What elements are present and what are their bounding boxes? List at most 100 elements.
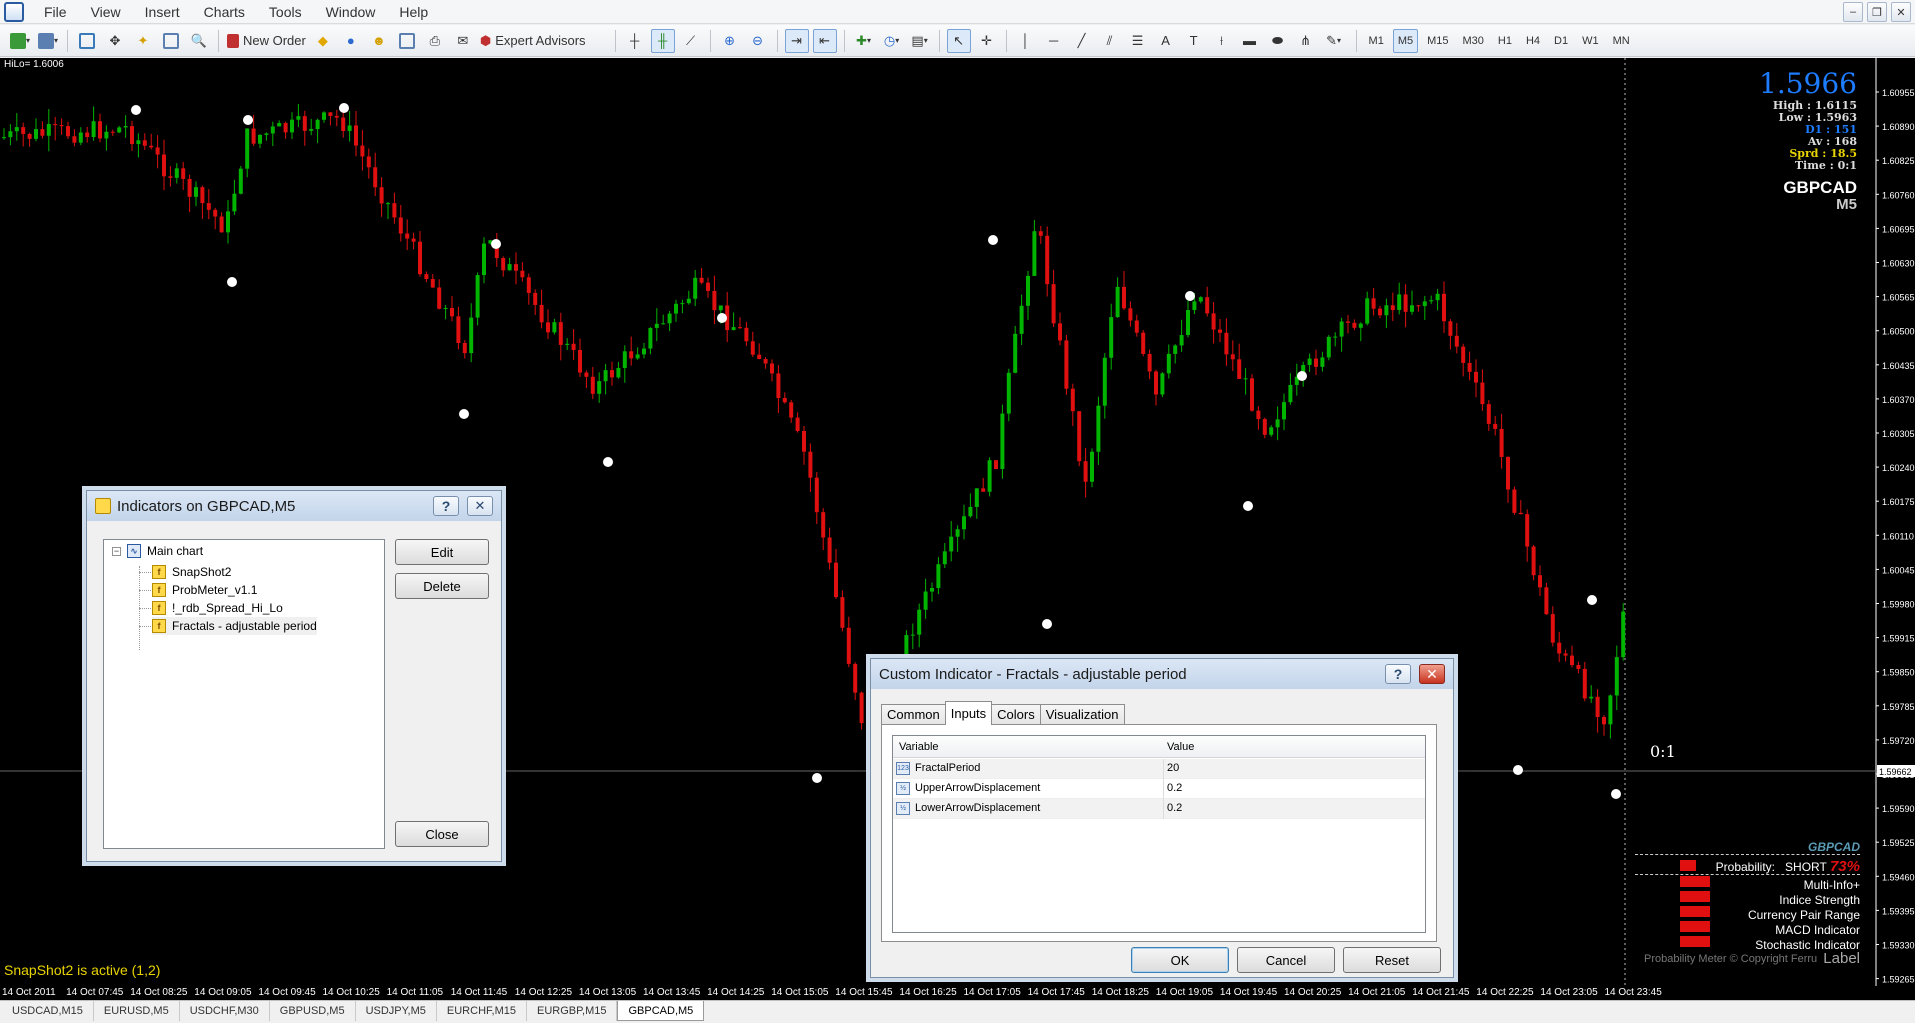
restore-icon[interactable]: ❐ <box>1867 2 1887 22</box>
close-icon[interactable]: ✕ <box>1419 664 1445 684</box>
inputs-grid[interactable]: Variable Value 123 FractalPeriod 20 ½ Up… <box>892 735 1426 933</box>
tab-visualization[interactable]: Visualization <box>1039 704 1125 725</box>
periods-button[interactable]: ◷ ▾ <box>880 29 904 53</box>
tree-item-main-chart[interactable]: − ∿ Main chart <box>112 542 203 560</box>
help-icon[interactable]: ? <box>1385 664 1411 684</box>
menu-window[interactable]: Window <box>314 0 388 24</box>
zoom-in-button[interactable]: ⊕ <box>718 29 742 53</box>
delete-button[interactable]: Delete <box>395 573 489 599</box>
tab-common[interactable]: Common <box>881 704 946 725</box>
collapse-icon[interactable]: − <box>112 546 121 556</box>
tree-item-probmeter[interactable]: f ProbMeter_v1.1 <box>152 581 257 599</box>
indicators-button[interactable]: ✚ ▾ <box>852 29 876 53</box>
tab-usdchf-m30[interactable]: USDCHF,M30 <box>180 1001 270 1021</box>
horizontal-line-button[interactable]: ─ <box>1042 29 1066 53</box>
zoom-out-button[interactable]: ⊖ <box>746 29 770 53</box>
tf-h4[interactable]: H4 <box>1521 29 1545 53</box>
fractal-dot <box>339 103 349 113</box>
tree-item-snapshot2[interactable]: f SnapShot2 <box>152 563 231 581</box>
templates-button[interactable]: ▤ ▾ <box>908 29 932 53</box>
profiles-button[interactable]: ▾ <box>36 29 60 53</box>
tab-gbpcad-m5[interactable]: GBPCAD,M5 <box>617 1001 705 1021</box>
tf-d1[interactable]: D1 <box>1549 29 1573 53</box>
close-icon[interactable]: ✕ <box>1891 2 1911 22</box>
history-button[interactable] <box>395 29 419 53</box>
tab-usdcad-m15[interactable]: USDCAD,M15 <box>2 1001 94 1021</box>
tf-m15[interactable]: M15 <box>1422 29 1453 53</box>
help-icon[interactable]: ? <box>433 496 459 516</box>
custom-dialog-titlebar[interactable]: Custom Indicator - Fractals - adjustable… <box>871 659 1453 689</box>
cancel-button[interactable]: Cancel <box>1237 947 1335 973</box>
alerts-button[interactable]: ☻ <box>367 29 391 53</box>
menu-insert[interactable]: Insert <box>133 0 192 24</box>
input-value[interactable]: 0.2 <box>1167 782 1182 794</box>
edit-button[interactable]: Edit <box>395 539 489 565</box>
trendline-button[interactable]: ╱ <box>1070 29 1094 53</box>
tf-m5[interactable]: M5 <box>1392 28 1419 53</box>
chart-shift-button[interactable]: ⇤ <box>812 28 837 53</box>
line-chart-button[interactable]: ⟋ <box>679 29 703 53</box>
tab-inputs[interactable]: Inputs <box>944 701 993 725</box>
menu-charts[interactable]: Charts <box>192 0 257 24</box>
candle-body <box>1538 575 1542 588</box>
vertical-line-button[interactable]: │ <box>1014 29 1038 53</box>
channel-button[interactable]: ⫽ <box>1098 29 1122 53</box>
tab-eurusd-m5[interactable]: EURUSD,M5 <box>94 1001 180 1021</box>
tf-h1[interactable]: H1 <box>1493 29 1517 53</box>
market-watch-button[interactable] <box>75 29 99 53</box>
mail-button[interactable]: ✉ <box>451 29 475 53</box>
tf-m30[interactable]: M30 <box>1458 29 1489 53</box>
label-button[interactable]: T <box>1182 29 1206 53</box>
table-row[interactable]: ½ LowerArrowDisplacement 0.2 <box>893 799 1425 819</box>
tf-m1[interactable]: M1 <box>1364 29 1389 53</box>
metaeditor-button[interactable]: ◆ <box>311 29 335 53</box>
reset-button[interactable]: Reset <box>1343 947 1441 973</box>
input-value[interactable]: 20 <box>1167 762 1179 774</box>
ok-button[interactable]: OK <box>1131 947 1229 973</box>
rectangle-button[interactable]: ▬ <box>1238 29 1262 53</box>
menu-file[interactable]: File <box>32 0 79 24</box>
fibo-button[interactable]: ☰ <box>1126 29 1150 53</box>
cursor-button[interactable]: ↖ <box>946 28 971 53</box>
ellipse-button[interactable]: ⬬ <box>1266 29 1290 53</box>
tester-button[interactable]: 🔍 <box>187 29 211 53</box>
navigator-button[interactable]: ✦ <box>131 29 155 53</box>
pitchfork-button[interactable]: ⋔ <box>1294 29 1318 53</box>
help-web-button[interactable]: ● <box>339 29 363 53</box>
arrows-button[interactable]: ⟊ <box>1210 29 1234 53</box>
tab-gbpusd-m5[interactable]: GBPUSD,M5 <box>270 1001 356 1021</box>
new-chart-button[interactable]: ▾ <box>8 29 32 53</box>
text-button[interactable]: A <box>1154 29 1178 53</box>
data-window-button[interactable]: ✥ <box>103 29 127 53</box>
expert-advisors-button[interactable]: ⬢ Expert Advisors <box>479 29 587 53</box>
minimize-icon[interactable]: – <box>1843 2 1863 22</box>
tab-eurgbp-m15[interactable]: EURGBP,M15 <box>527 1001 618 1021</box>
tab-eurchf-m15[interactable]: EURCHF,M15 <box>437 1001 527 1021</box>
menu-help[interactable]: Help <box>387 0 440 24</box>
input-value[interactable]: 0.2 <box>1167 802 1182 814</box>
candle-body <box>91 121 96 137</box>
menu-view[interactable]: View <box>79 0 133 24</box>
bar-chart-button[interactable]: ┼ <box>623 29 647 53</box>
candlestick-button[interactable]: ╫ <box>650 28 675 53</box>
indicator-tree[interactable]: − ∿ Main chart f SnapShot2 f ProbMeter_v… <box>103 539 385 849</box>
crosshair-tool-button[interactable]: ✛ <box>975 29 999 53</box>
close-icon[interactable]: ✕ <box>467 496 493 516</box>
tab-colors[interactable]: Colors <box>991 704 1041 725</box>
tree-item-fractals[interactable]: f Fractals - adjustable period <box>152 617 317 635</box>
candle-body <box>1160 373 1165 395</box>
indicators-dialog-titlebar[interactable]: Indicators on GBPCAD,M5 ? ✕ <box>87 491 501 521</box>
terminal-button[interactable] <box>159 29 183 53</box>
table-row[interactable]: ½ UpperArrowDisplacement 0.2 <box>893 779 1425 799</box>
autoscroll-button[interactable]: ⇥ <box>784 28 809 53</box>
table-row[interactable]: 123 FractalPeriod 20 <box>893 759 1425 779</box>
more-tools-button[interactable]: ✎ ▾ <box>1322 29 1346 53</box>
tree-item-spread-hi-lo[interactable]: f !_rdb_Spread_Hi_Lo <box>152 599 283 617</box>
print-button[interactable]: ⎙ <box>423 29 447 53</box>
menu-tools[interactable]: Tools <box>257 0 314 24</box>
tf-w1[interactable]: W1 <box>1577 29 1604 53</box>
close-button[interactable]: Close <box>395 821 489 847</box>
tab-usdjpy-m5[interactable]: USDJPY,M5 <box>356 1001 437 1021</box>
new-order-button[interactable]: New Order <box>226 29 307 53</box>
tf-mn[interactable]: MN <box>1608 29 1635 53</box>
